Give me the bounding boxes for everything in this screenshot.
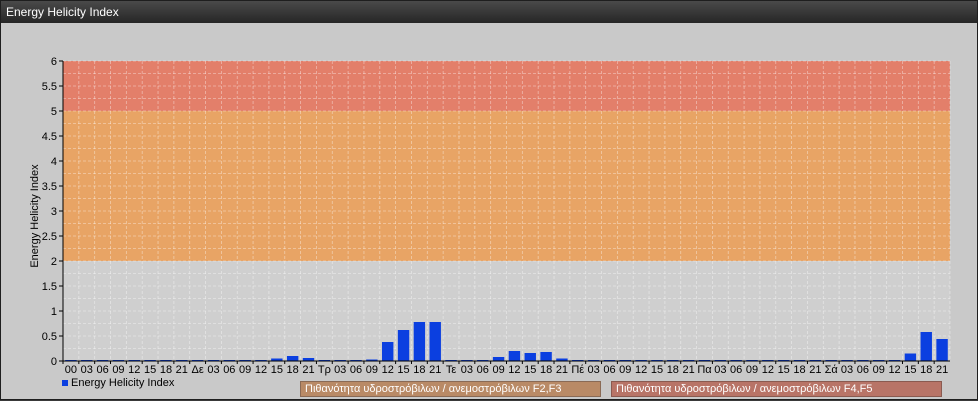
x-tick-label: 03: [461, 364, 473, 376]
x-tick-label: 09: [239, 364, 251, 376]
x-tick-label: 09: [492, 364, 504, 376]
x-tick-label: 18: [160, 364, 172, 376]
x-tick-label: Τε: [446, 364, 457, 376]
x-tick-label: 06: [96, 364, 108, 376]
x-tick-label: 09: [112, 364, 124, 376]
x-tick-label: 00: [65, 364, 77, 376]
x-tick-label: 03: [841, 364, 853, 376]
bar: [286, 356, 299, 361]
legend-band-f4-f5: Πιθανότητα υδροστρόβιλων / ανεμοστρόβιλω…: [611, 381, 942, 397]
x-tick-label: 09: [366, 364, 378, 376]
y-tick-label: 3.5: [42, 181, 57, 193]
x-tick-label: 09: [746, 364, 758, 376]
y-tick-label: 1: [51, 306, 57, 318]
x-tick-label: Τρ: [318, 364, 331, 376]
x-tick-label: 06: [603, 364, 615, 376]
x-tick-label: Πέ: [571, 364, 584, 376]
x-tick-label: 03: [207, 364, 219, 376]
x-tick-label: 03: [81, 364, 93, 376]
y-tick-label: 2.5: [42, 231, 57, 243]
x-tick-label: 06: [730, 364, 742, 376]
legend-band-f2-f3: Πιθανότητα υδροστρόβιλων / ανεμοστρόβιλω…: [300, 381, 601, 397]
x-tick-label: 21: [429, 364, 441, 376]
x-tick-label: 15: [524, 364, 536, 376]
x-tick-label: 03: [587, 364, 599, 376]
y-tick-label: 1.5: [42, 281, 57, 293]
x-tick-label: 15: [271, 364, 283, 376]
x-tick-label: 15: [904, 364, 916, 376]
x-tick-label: Πα: [697, 364, 712, 376]
x-tick-label: 18: [793, 364, 805, 376]
x-tick-label: 21: [556, 364, 568, 376]
bar: [540, 352, 552, 361]
x-tick-label: Σά: [825, 364, 839, 376]
y-tick-label: 0: [51, 356, 57, 368]
y-tick-label: 3: [51, 206, 57, 218]
x-tick-label: 09: [873, 364, 885, 376]
x-tick-label: 15: [778, 364, 790, 376]
bar: [524, 353, 536, 361]
y-tick-label: 5.5: [42, 81, 57, 93]
bar: [936, 339, 948, 361]
x-tick-label: 15: [397, 364, 409, 376]
bar: [508, 351, 521, 361]
x-tick-label: 12: [888, 364, 900, 376]
x-tick-label: 12: [508, 364, 520, 376]
x-tick-label: 06: [477, 364, 489, 376]
x-tick-label: 03: [334, 364, 346, 376]
x-tick-label: 06: [857, 364, 869, 376]
y-tick-label: 4: [51, 156, 57, 168]
bar: [920, 332, 932, 361]
y-axis-label: Energy Helicity Index: [29, 164, 41, 268]
bar: [904, 353, 917, 361]
x-tick-label: 18: [413, 364, 425, 376]
x-tick-label: 12: [128, 364, 140, 376]
y-tick-label: 5: [51, 106, 57, 118]
x-tick-label: 06: [223, 364, 235, 376]
x-tick-label: 15: [144, 364, 156, 376]
x-tick-label: Δε: [192, 364, 204, 376]
x-tick-label: 03: [714, 364, 726, 376]
chart-window: Energy Helicity Index 0 0.5 1 1.5 2 2.5 3 3.5 4 4…: [0, 0, 978, 400]
y-tick-label: 6: [51, 56, 57, 68]
bar: [397, 330, 410, 361]
x-tick-label: 21: [683, 364, 695, 376]
bar: [382, 342, 394, 361]
x-tick-label: 21: [176, 364, 188, 376]
x-tick-label: 21: [936, 364, 948, 376]
x-tick-label: 18: [667, 364, 679, 376]
x-tick-label: 15: [651, 364, 663, 376]
legend-swatch: [62, 380, 68, 386]
legend-series-label: Energy Helicity Index: [71, 377, 175, 389]
x-tick-label: 18: [920, 364, 932, 376]
x-tick-label: 18: [287, 364, 299, 376]
x-tick-label: 12: [382, 364, 394, 376]
x-tick-label: 12: [255, 364, 267, 376]
x-tick-label: 09: [619, 364, 631, 376]
x-tick-label: 21: [302, 364, 314, 376]
x-tick-label: 12: [635, 364, 647, 376]
y-tick-label: 2: [51, 256, 57, 268]
x-tick-label: 18: [540, 364, 552, 376]
x-tick-label: 06: [350, 364, 362, 376]
bar: [492, 357, 505, 361]
x-tick-label: 12: [762, 364, 774, 376]
y-tick-label: 4.5: [42, 131, 57, 143]
chart-svg: 00.511.522.533.544.555.5600 03 06 09 12 15 18 2…: [29, 56, 951, 389]
y-tick-label: 0.5: [42, 331, 57, 343]
bar: [413, 322, 426, 361]
x-tick-label: 21: [809, 364, 821, 376]
bar: [429, 322, 441, 361]
